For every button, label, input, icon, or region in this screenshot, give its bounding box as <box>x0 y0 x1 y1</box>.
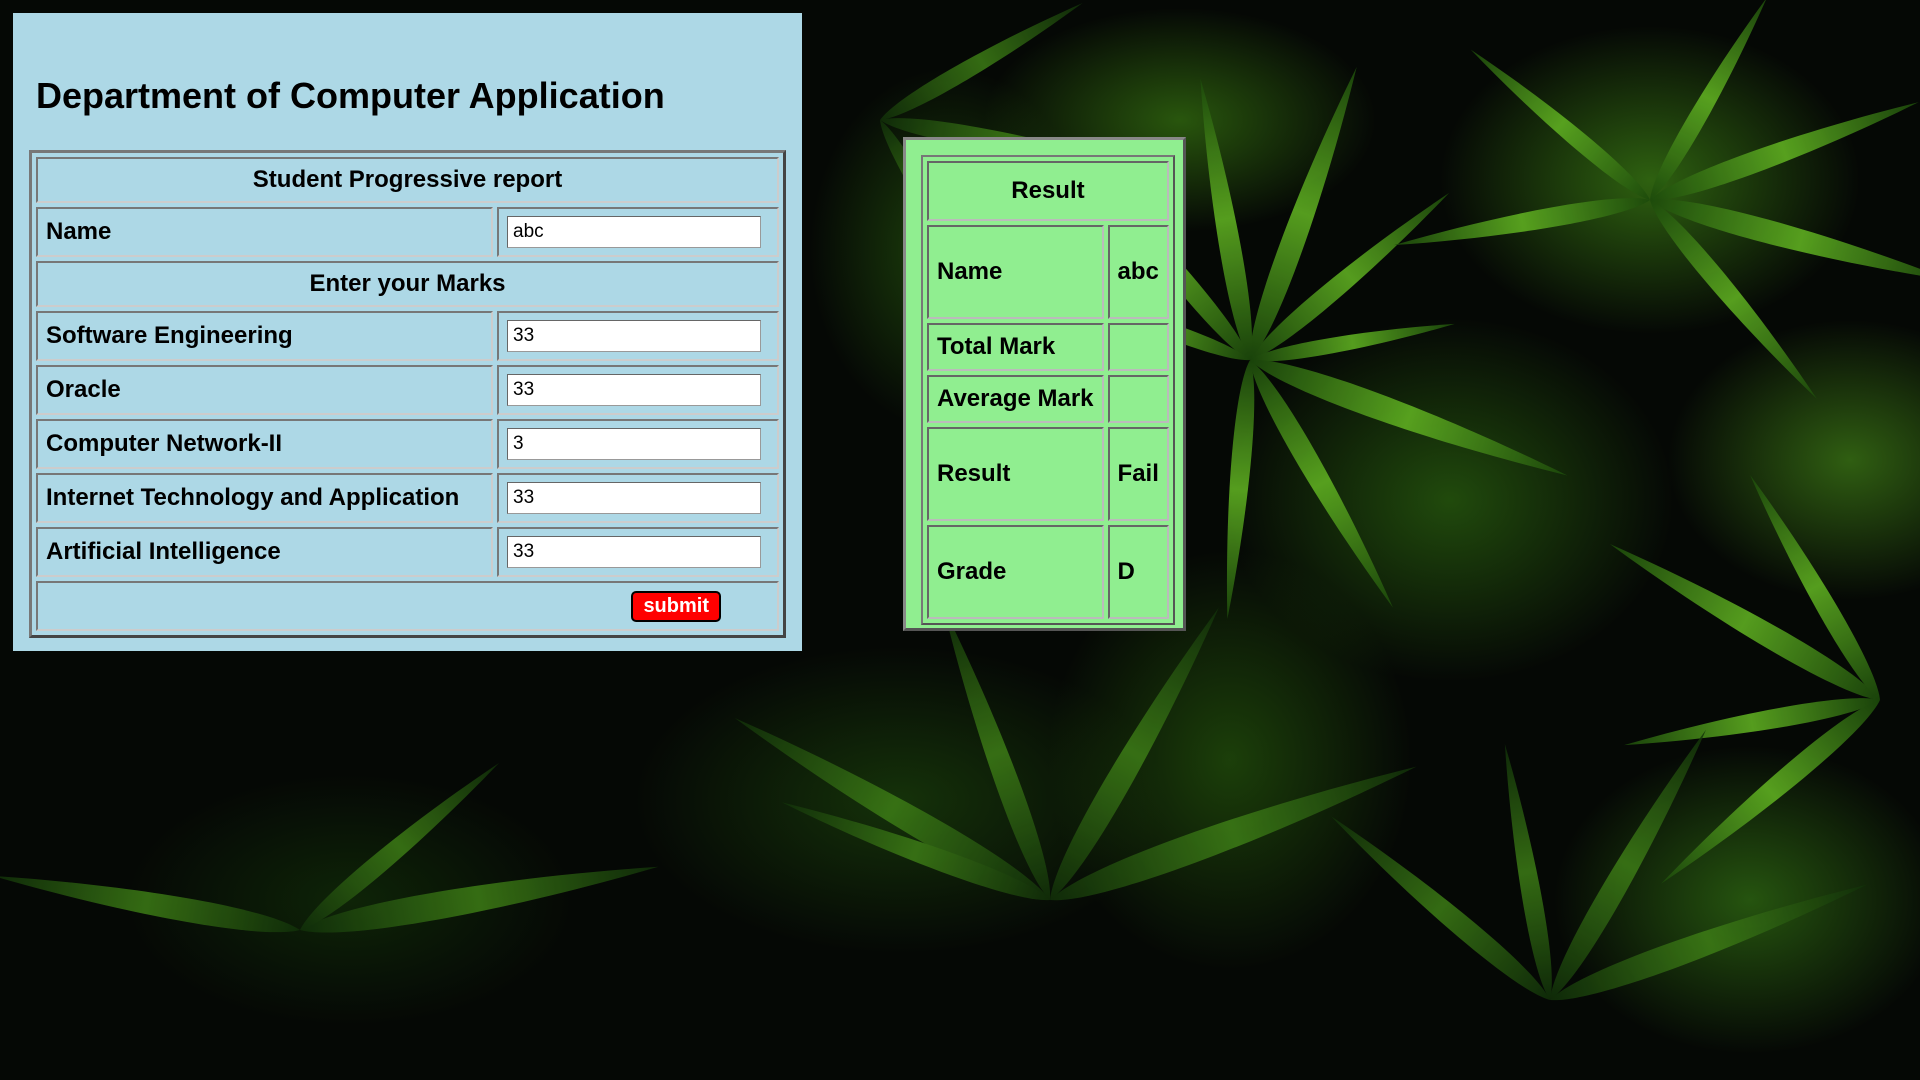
result-status-label: Result <box>927 427 1104 521</box>
artificial-intelligence-input[interactable] <box>507 536 761 568</box>
result-total-mark-value <box>1107 323 1169 371</box>
subject-label-artificial-intelligence: Artificial Intelligence <box>36 527 493 577</box>
page-title: Department of Computer Application <box>36 75 665 116</box>
result-panel: Result Name abc Total Mark Average Mark … <box>903 137 1186 631</box>
result-status-value: Fail <box>1107 427 1169 521</box>
name-input[interactable] <box>507 216 761 248</box>
result-grade-label: Grade <box>927 525 1104 619</box>
software-engineering-input[interactable] <box>507 320 761 352</box>
computer-network-input[interactable] <box>507 428 761 460</box>
subject-label-internet-technology: Internet Technology and Application <box>36 473 493 523</box>
result-total-mark-label: Total Mark <box>927 323 1104 371</box>
student-form-panel: Department of Computer Application Stude… <box>13 13 802 651</box>
submit-button[interactable]: submit <box>631 590 721 622</box>
progress-report-table: Student Progressive report Name Enter yo… <box>29 150 786 638</box>
result-name-label: Name <box>927 225 1104 319</box>
result-heading: Result <box>927 161 1169 221</box>
marks-heading: Enter your Marks <box>36 261 779 307</box>
internet-technology-input[interactable] <box>507 482 761 514</box>
name-label: Name <box>36 207 493 257</box>
subject-label-software-engineering: Software Engineering <box>36 311 493 361</box>
result-name-value: abc <box>1107 225 1169 319</box>
report-caption: Student Progressive report <box>36 157 779 203</box>
result-grade-value: D <box>1107 525 1169 619</box>
oracle-input[interactable] <box>507 374 761 406</box>
subject-label-computer-network: Computer Network-II <box>36 419 493 469</box>
subject-label-oracle: Oracle <box>36 365 493 415</box>
result-average-mark-label: Average Mark <box>927 375 1104 423</box>
result-table: Result Name abc Total Mark Average Mark … <box>921 155 1175 625</box>
result-average-mark-value <box>1107 375 1169 423</box>
